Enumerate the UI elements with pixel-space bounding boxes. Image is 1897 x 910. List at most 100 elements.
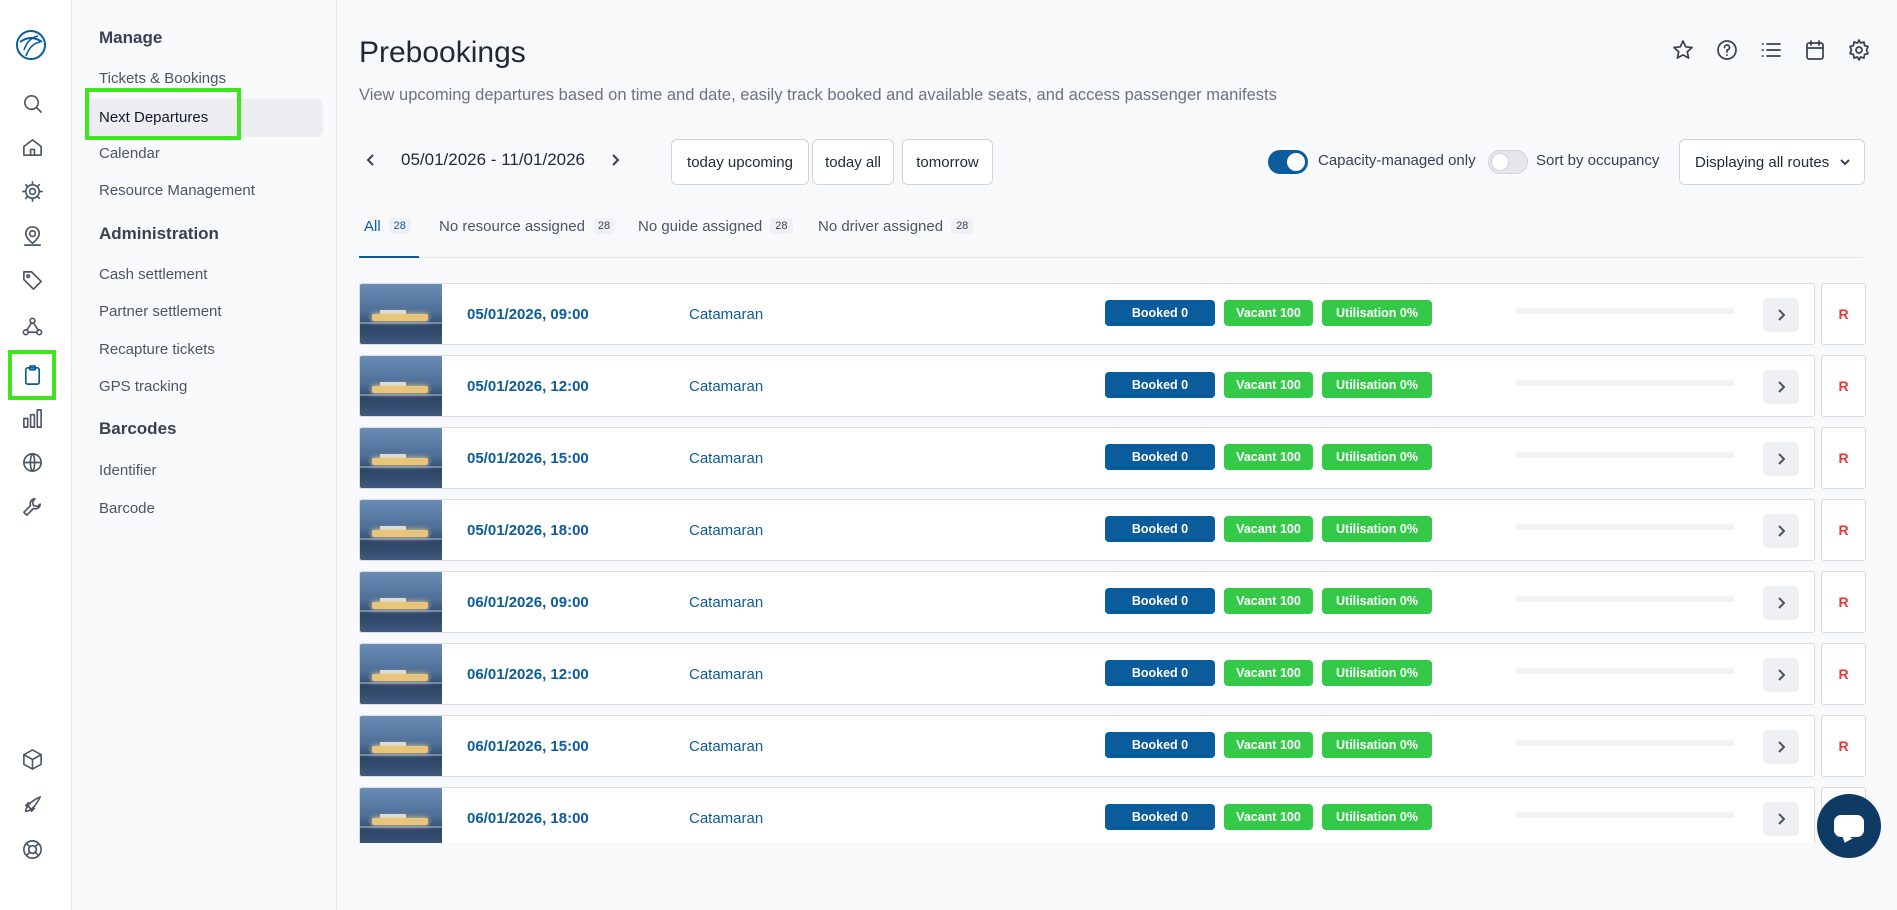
departure-datetime[interactable]: 05/01/2026, 18:00 bbox=[467, 522, 589, 539]
chevron-right-icon[interactable] bbox=[1763, 586, 1799, 620]
chevron-right-icon[interactable] bbox=[1763, 370, 1799, 404]
departure-card[interactable]: 06/01/2026, 18:00 Catamaran Booked 0 Vac… bbox=[359, 787, 1815, 843]
booked-badge: Booked 0 bbox=[1105, 804, 1215, 830]
departure-row: 06/01/2026, 09:00 Catamaran Booked 0 Vac… bbox=[359, 571, 1869, 633]
departure-datetime[interactable]: 05/01/2026, 09:00 bbox=[467, 306, 589, 323]
today-upcoming-button[interactable]: today upcoming bbox=[671, 139, 809, 185]
menu-item-next-departures[interactable]: Next Departures bbox=[85, 88, 323, 140]
departure-datetime[interactable]: 06/01/2026, 12:00 bbox=[467, 666, 589, 683]
departure-card[interactable]: 05/01/2026, 15:00 Catamaran Booked 0 Vac… bbox=[359, 427, 1815, 489]
booked-badge: Booked 0 bbox=[1105, 444, 1215, 470]
chevron-right-icon[interactable] bbox=[603, 148, 627, 172]
vacant-badge: Vacant 100 bbox=[1224, 444, 1313, 470]
vacant-badge: Vacant 100 bbox=[1224, 732, 1313, 758]
date-range[interactable]: 05/01/2026 - 11/01/2026 bbox=[401, 150, 585, 170]
r-action-button[interactable]: R bbox=[1821, 283, 1866, 345]
help-icon[interactable] bbox=[1715, 38, 1739, 67]
cube-icon[interactable] bbox=[18, 745, 46, 773]
home-icon[interactable] bbox=[18, 133, 46, 161]
chevron-right-icon[interactable] bbox=[1763, 802, 1799, 836]
list-icon[interactable] bbox=[1759, 38, 1783, 67]
network-icon[interactable] bbox=[18, 312, 46, 340]
departure-datetime[interactable]: 06/01/2026, 15:00 bbox=[467, 738, 589, 755]
routes-select-value: Displaying all routes bbox=[1695, 153, 1830, 171]
routes-select[interactable]: Displaying all routes bbox=[1679, 139, 1865, 185]
gear-icon[interactable] bbox=[18, 177, 46, 205]
r-action-button[interactable]: R bbox=[1821, 715, 1866, 777]
user-pin-icon[interactable] bbox=[18, 222, 46, 250]
menu-item-resource-management[interactable]: Resource Management bbox=[99, 182, 255, 199]
utilisation-badge: Utilisation 0% bbox=[1322, 588, 1432, 614]
departure-card[interactable]: 06/01/2026, 09:00 Catamaran Booked 0 Vac… bbox=[359, 571, 1815, 633]
route-name[interactable]: Catamaran bbox=[689, 594, 763, 611]
r-action-button[interactable]: R bbox=[1821, 499, 1866, 561]
tag-icon[interactable] bbox=[18, 266, 46, 294]
occupancy-bar bbox=[1515, 812, 1735, 818]
sort-occupancy-toggle[interactable] bbox=[1488, 150, 1528, 174]
tab-no-guide[interactable]: No guide assigned 28 bbox=[638, 218, 793, 258]
chevron-right-icon[interactable] bbox=[1763, 298, 1799, 332]
departure-datetime[interactable]: 06/01/2026, 09:00 bbox=[467, 594, 589, 611]
departure-row: 05/01/2026, 15:00 Catamaran Booked 0 Vac… bbox=[359, 427, 1869, 489]
menu-item-cash-settlement[interactable]: Cash settlement bbox=[99, 266, 207, 283]
r-action-button[interactable]: R bbox=[1821, 571, 1866, 633]
logo-icon[interactable] bbox=[14, 28, 48, 62]
tab-no-driver[interactable]: No driver assigned 28 bbox=[818, 218, 974, 258]
tab-no-resource[interactable]: No resource assigned 28 bbox=[439, 218, 616, 258]
r-action-button[interactable]: R bbox=[1821, 355, 1866, 417]
search-icon[interactable] bbox=[18, 89, 46, 117]
chevron-right-icon[interactable] bbox=[1763, 442, 1799, 476]
chevron-right-icon[interactable] bbox=[1763, 730, 1799, 764]
r-action-button[interactable]: R bbox=[1821, 643, 1866, 705]
star-icon[interactable] bbox=[1671, 38, 1695, 67]
menu-item-barcode[interactable]: Barcode bbox=[99, 500, 155, 517]
tab-all[interactable]: All 28 bbox=[359, 218, 419, 258]
chevron-left-icon[interactable] bbox=[359, 148, 383, 172]
departure-card[interactable]: 05/01/2026, 09:00 Catamaran Booked 0 Vac… bbox=[359, 283, 1815, 345]
departure-datetime[interactable]: 05/01/2026, 12:00 bbox=[467, 378, 589, 395]
chevron-right-icon[interactable] bbox=[1763, 514, 1799, 548]
tomorrow-button[interactable]: tomorrow bbox=[902, 139, 993, 185]
rocket-icon[interactable] bbox=[18, 790, 46, 818]
menu-item-identifier[interactable]: Identifier bbox=[99, 462, 157, 479]
departure-card[interactable]: 06/01/2026, 15:00 Catamaran Booked 0 Vac… bbox=[359, 715, 1815, 777]
booked-badge: Booked 0 bbox=[1105, 372, 1215, 398]
menu-item-gps-tracking[interactable]: GPS tracking bbox=[99, 378, 187, 395]
departure-card[interactable]: 06/01/2026, 12:00 Catamaran Booked 0 Vac… bbox=[359, 643, 1815, 705]
page-subtitle: View upcoming departures based on time a… bbox=[359, 86, 1277, 104]
route-name[interactable]: Catamaran bbox=[689, 738, 763, 755]
settings-icon[interactable] bbox=[1847, 38, 1871, 67]
route-name[interactable]: Catamaran bbox=[689, 522, 763, 539]
r-action-button[interactable]: R bbox=[1821, 427, 1866, 489]
chat-support-button[interactable] bbox=[1817, 794, 1881, 858]
departure-datetime[interactable]: 05/01/2026, 15:00 bbox=[467, 450, 589, 467]
clipboard-icon[interactable] bbox=[8, 350, 56, 400]
route-name[interactable]: Catamaran bbox=[689, 450, 763, 467]
calendar-icon[interactable] bbox=[1803, 38, 1827, 67]
globe-icon[interactable] bbox=[18, 448, 46, 476]
route-name[interactable]: Catamaran bbox=[689, 306, 763, 323]
main-content: Prebookings View upcoming departures bas… bbox=[337, 0, 1897, 910]
utilisation-badge: Utilisation 0% bbox=[1322, 516, 1432, 542]
departure-card[interactable]: 05/01/2026, 18:00 Catamaran Booked 0 Vac… bbox=[359, 499, 1815, 561]
lifebuoy-icon[interactable] bbox=[18, 835, 46, 863]
menu-item-tickets-bookings[interactable]: Tickets & Bookings bbox=[99, 70, 226, 87]
menu-item-calendar[interactable]: Calendar bbox=[99, 145, 160, 162]
today-all-button[interactable]: today all bbox=[812, 139, 894, 185]
departure-datetime[interactable]: 06/01/2026, 18:00 bbox=[467, 810, 589, 827]
capacity-managed-label: Capacity-managed only bbox=[1318, 152, 1476, 169]
route-name[interactable]: Catamaran bbox=[689, 810, 763, 827]
occupancy-bar bbox=[1515, 668, 1735, 674]
boat-thumbnail bbox=[360, 572, 442, 632]
menu-item-partner-settlement[interactable]: Partner settlement bbox=[99, 303, 222, 320]
header-actions bbox=[1671, 38, 1871, 67]
capacity-managed-toggle[interactable] bbox=[1268, 150, 1308, 174]
route-name[interactable]: Catamaran bbox=[689, 666, 763, 683]
wrench-icon[interactable] bbox=[18, 492, 46, 520]
route-name[interactable]: Catamaran bbox=[689, 378, 763, 395]
bar-chart-icon[interactable] bbox=[18, 404, 46, 432]
chevron-right-icon[interactable] bbox=[1763, 658, 1799, 692]
departure-card[interactable]: 05/01/2026, 12:00 Catamaran Booked 0 Vac… bbox=[359, 355, 1815, 417]
menu-item-recapture-tickets[interactable]: Recapture tickets bbox=[99, 341, 215, 358]
section-heading-administration: Administration bbox=[99, 224, 219, 243]
